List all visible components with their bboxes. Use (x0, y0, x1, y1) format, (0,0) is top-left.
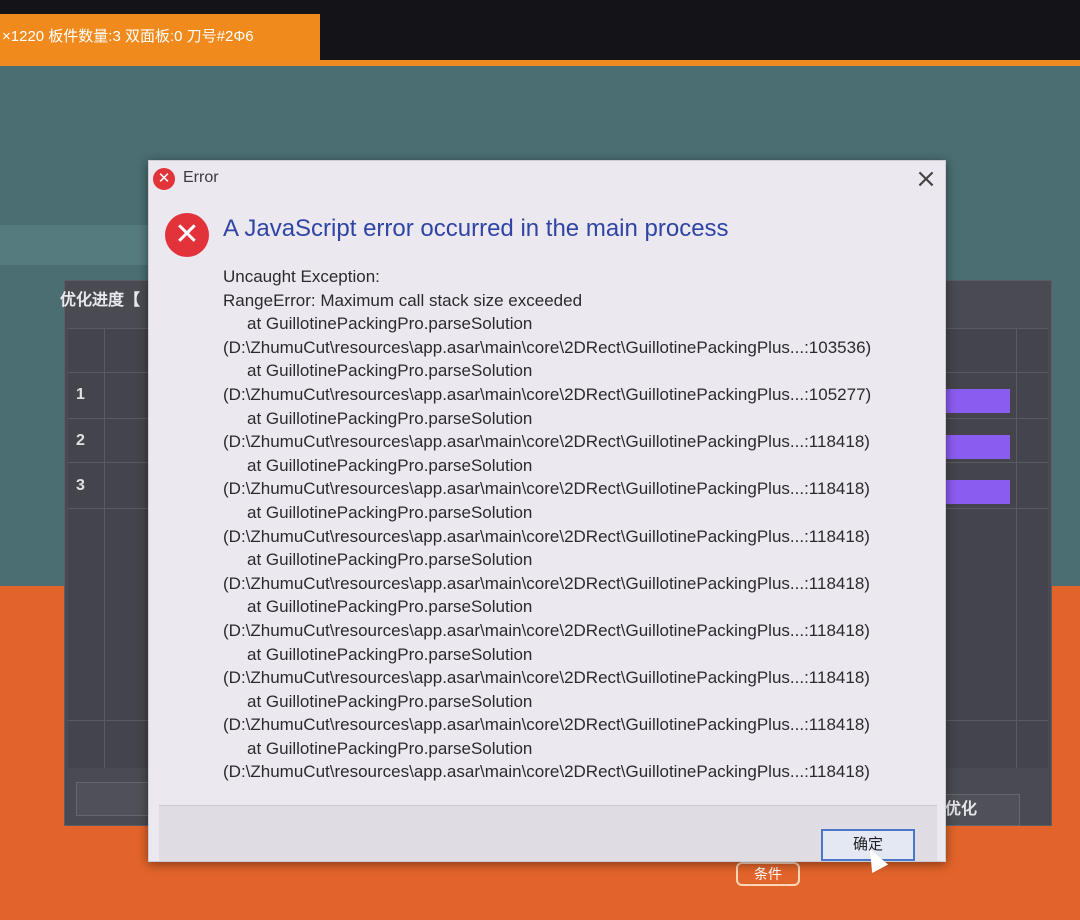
dialog-title: Error (183, 169, 219, 186)
row-number: 1 (76, 386, 85, 403)
error-headline: A JavaScript error occurred in the main … (223, 215, 729, 242)
error-message: Uncaught Exception: RangeError: Maximum … (223, 265, 939, 784)
stack-frame: at GuillotinePackingPro.parseSolution (247, 408, 533, 428)
board-info-bar: ×1220 板件数量:3 双面板:0 刀号#2Φ6 (0, 14, 320, 60)
stack-location: (D:\ZhumuCut\resources\app.asar\main\cor… (223, 337, 872, 357)
stack-frame: at GuillotinePackingPro.parseSolution (247, 455, 533, 475)
close-button[interactable]: × (913, 166, 939, 193)
stack-location: (D:\ZhumuCut\resources\app.asar\main\cor… (223, 432, 870, 452)
error-icon: ✕ (165, 213, 209, 257)
stack-location: (D:\ZhumuCut\resources\app.asar\main\cor… (223, 384, 872, 404)
bottom-button[interactable]: 条件 (736, 862, 800, 886)
stack-frame: at GuillotinePackingPro.parseSolution (247, 314, 533, 334)
stack-frame: at GuillotinePackingPro.parseSolution (247, 361, 533, 381)
stack-frame: at GuillotinePackingPro.parseSolution (247, 738, 533, 758)
stack-location: (D:\ZhumuCut\resources\app.asar\main\cor… (223, 526, 870, 546)
progress-bar (938, 435, 1010, 459)
progress-bar (938, 389, 1010, 413)
stack-location: (D:\ZhumuCut\resources\app.asar\main\cor… (223, 668, 870, 688)
error-icon: ✕ (153, 168, 175, 190)
stack-location: (D:\ZhumuCut\resources\app.asar\main\cor… (223, 762, 870, 782)
grid-column-divider (104, 328, 105, 768)
grid-column-divider (1016, 328, 1017, 768)
stack-frame: at GuillotinePackingPro.parseSolution (247, 644, 533, 664)
stack-location: (D:\ZhumuCut\resources\app.asar\main\cor… (223, 715, 870, 735)
row-number: 3 (76, 477, 85, 494)
error-dialog: ✕ Error × ✕ A JavaScript error occurred … (148, 160, 946, 862)
message-line: Uncaught Exception: (223, 267, 380, 286)
stack-frame: at GuillotinePackingPro.parseSolution (247, 502, 533, 522)
row-number: 2 (76, 432, 85, 449)
stack-frame: at GuillotinePackingPro.parseSolution (247, 597, 533, 617)
stack-location: (D:\ZhumuCut\resources\app.asar\main\cor… (223, 620, 870, 640)
stack-location: (D:\ZhumuCut\resources\app.asar\main\cor… (223, 573, 870, 593)
message-line: RangeError: Maximum call stack size exce… (223, 290, 583, 310)
progress-panel-title: 优化进度【 (60, 292, 141, 309)
progress-bar (938, 480, 1010, 504)
stack-location: (D:\ZhumuCut\resources\app.asar\main\cor… (223, 479, 870, 499)
stack-frame: at GuillotinePackingPro.parseSolution (247, 550, 533, 570)
workspace-band (0, 225, 160, 265)
stack-frame: at GuillotinePackingPro.parseSolution (247, 691, 533, 711)
